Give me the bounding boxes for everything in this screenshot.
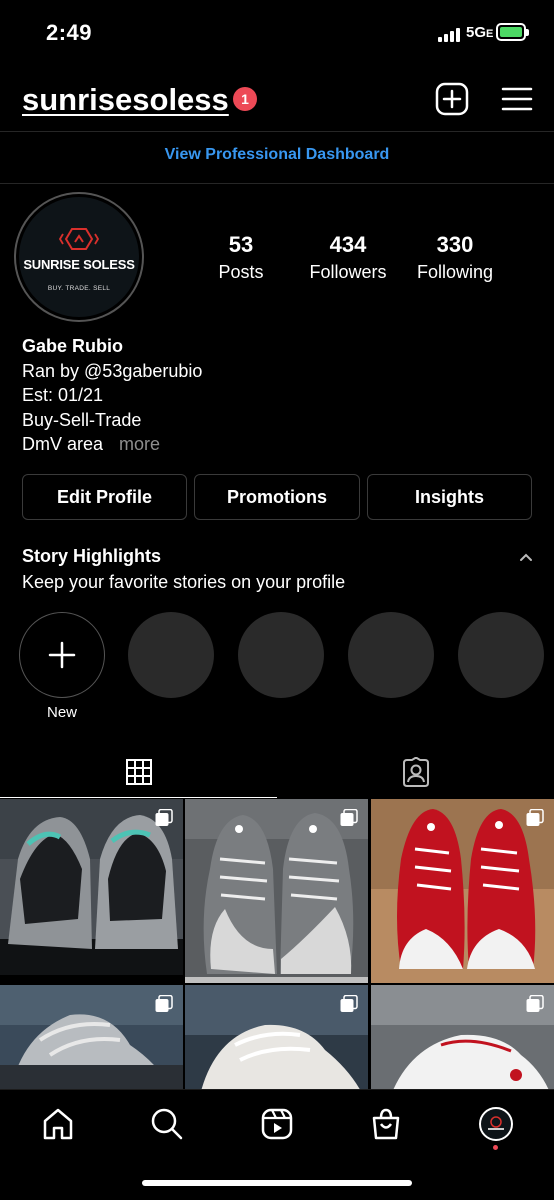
highlight-placeholder — [128, 612, 214, 698]
professional-dashboard-link[interactable]: View Professional Dashboard — [0, 146, 554, 164]
stat-label: Following — [416, 262, 494, 282]
avatar-tagline: BUY. TRADE. SELL — [47, 285, 111, 292]
multiple-photos-icon — [526, 995, 544, 1012]
posts-grid — [0, 799, 554, 1089]
highlight-placeholder — [348, 612, 434, 698]
tagged-icon — [402, 757, 429, 787]
highlight-placeholder — [238, 612, 324, 698]
profile-bio: Gabe Rubio Ran by @53gaberubio Est: 01/2… — [22, 334, 202, 457]
multiple-photos-icon — [526, 809, 544, 826]
edit-profile-button[interactable]: Edit Profile — [22, 474, 187, 520]
status-bar: 2:49 5GE — [0, 0, 554, 66]
nav-search[interactable] — [147, 1104, 187, 1144]
stat-value: 330 — [436, 232, 474, 257]
highlights-subtitle: Keep your favorite stories on your profi… — [22, 572, 346, 592]
promotions-button[interactable]: Promotions — [194, 474, 360, 520]
avatar-logo: SUNRISE SOLESS BUY. TRADE. SELL — [19, 197, 139, 317]
dashboard-divider — [0, 183, 554, 184]
brand-logo-icon — [488, 1116, 504, 1130]
create-post-icon[interactable] — [435, 82, 469, 116]
post-thumbnail[interactable] — [0, 799, 183, 983]
highlights-title: Story Highlights — [22, 546, 161, 566]
nav-home[interactable] — [38, 1104, 78, 1144]
multiple-photos-icon — [155, 995, 173, 1012]
network-label: 5GE — [466, 24, 494, 41]
home-icon — [43, 1108, 73, 1140]
bio-line-last: DmV area more — [22, 434, 161, 454]
multiple-photos-icon — [340, 995, 358, 1012]
bio-more-link[interactable]: more — [119, 434, 160, 454]
post-thumbnail[interactable] — [0, 985, 183, 1089]
avatar-brand-text: SUNRISE SOLESS — [23, 257, 135, 272]
stat-label: Followers — [309, 262, 387, 282]
profile-header: sunrisesoless 1 — [0, 70, 554, 130]
brand-logo-icon — [59, 228, 99, 250]
chevron-up-icon[interactable] — [518, 550, 534, 564]
insights-button[interactable]: Insights — [367, 474, 532, 520]
profile-avatar-small — [479, 1107, 513, 1141]
profile-tabs — [0, 746, 554, 798]
tab-posts-grid[interactable] — [0, 746, 277, 798]
stat-followers[interactable]: 434 Followers — [293, 232, 403, 283]
plus-icon — [48, 641, 76, 669]
stat-following[interactable]: 330 Following — [400, 232, 510, 283]
stat-posts[interactable]: 53 Posts — [186, 232, 296, 283]
grid-icon — [125, 758, 152, 785]
highlight-placeholder — [458, 612, 544, 698]
multiple-photos-icon — [155, 809, 173, 826]
search-icon — [151, 1108, 183, 1140]
stat-value: 53 — [228, 232, 254, 257]
profile-avatar[interactable]: SUNRISE SOLESS BUY. TRADE. SELL — [14, 192, 144, 322]
signal-icon — [438, 26, 460, 42]
new-highlight-label: New — [46, 704, 77, 721]
new-highlight-button[interactable] — [19, 612, 105, 698]
stat-label: Posts — [218, 262, 264, 282]
bio-line: Buy-Sell-Trade — [22, 409, 142, 430]
status-time: 2:49 — [46, 20, 93, 45]
post-thumbnail[interactable] — [371, 985, 554, 1089]
reels-icon — [261, 1108, 293, 1140]
header-divider — [0, 131, 554, 132]
nav-shop[interactable] — [366, 1104, 406, 1144]
post-thumbnail[interactable] — [185, 985, 368, 1089]
bio-line[interactable]: Ran by @53gaberubio — [22, 359, 202, 384]
tab-tagged[interactable] — [277, 746, 554, 798]
post-thumbnail[interactable] — [185, 799, 368, 983]
stat-value: 434 — [329, 232, 367, 257]
display-name: Gabe Rubio — [22, 336, 124, 356]
username-switcher[interactable]: sunrisesoless — [22, 82, 229, 118]
notification-dot — [493, 1145, 498, 1150]
battery-icon — [496, 23, 529, 41]
nav-reels[interactable] — [257, 1104, 297, 1144]
shop-icon — [372, 1108, 400, 1140]
home-indicator[interactable] — [142, 1180, 412, 1186]
multiple-photos-icon — [340, 809, 358, 826]
nav-profile[interactable] — [476, 1104, 516, 1144]
notification-badge[interactable]: 1 — [233, 87, 257, 111]
menu-icon[interactable] — [500, 82, 534, 116]
post-thumbnail[interactable] — [371, 799, 554, 983]
bio-line: Est: 01/21 — [22, 385, 104, 405]
